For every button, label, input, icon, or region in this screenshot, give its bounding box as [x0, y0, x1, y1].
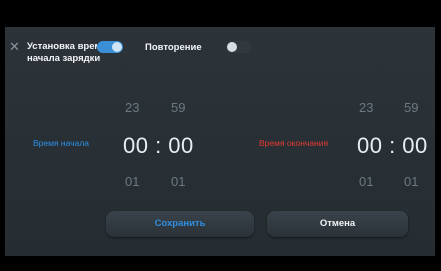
end-time-label: Время окончания — [259, 138, 329, 148]
start-time-current[interactable]: 00 : 00 — [123, 133, 194, 159]
end-minute-prev[interactable]: 59 — [404, 100, 418, 115]
end-time-current[interactable]: 00 : 00 — [357, 133, 428, 159]
end-hour-prev[interactable]: 23 — [359, 100, 373, 115]
start-minute-next[interactable]: 01 — [171, 174, 185, 189]
toggle-knob — [112, 42, 122, 52]
toggle-knob — [227, 42, 237, 52]
save-button[interactable]: Сохранить — [106, 211, 254, 237]
charge-time-dialog: ✕ Установка времени начала зарядки Повто… — [5, 27, 435, 256]
start-minute-prev[interactable]: 59 — [171, 100, 185, 115]
start-hour-next[interactable]: 01 — [125, 174, 139, 189]
repeat-label: Повторение — [145, 42, 202, 53]
end-minute-next[interactable]: 01 — [404, 174, 418, 189]
start-time-label: Время начала — [33, 138, 90, 148]
close-icon[interactable]: ✕ — [9, 40, 21, 53]
end-hour-next[interactable]: 01 — [359, 174, 373, 189]
start-hour-prev[interactable]: 23 — [125, 100, 139, 115]
repeat-toggle[interactable] — [226, 41, 252, 53]
cancel-button[interactable]: Отмена — [267, 211, 408, 237]
screen: ✕ Установка времени начала зарядки Повто… — [0, 0, 441, 271]
charge-time-toggle[interactable] — [97, 41, 123, 53]
